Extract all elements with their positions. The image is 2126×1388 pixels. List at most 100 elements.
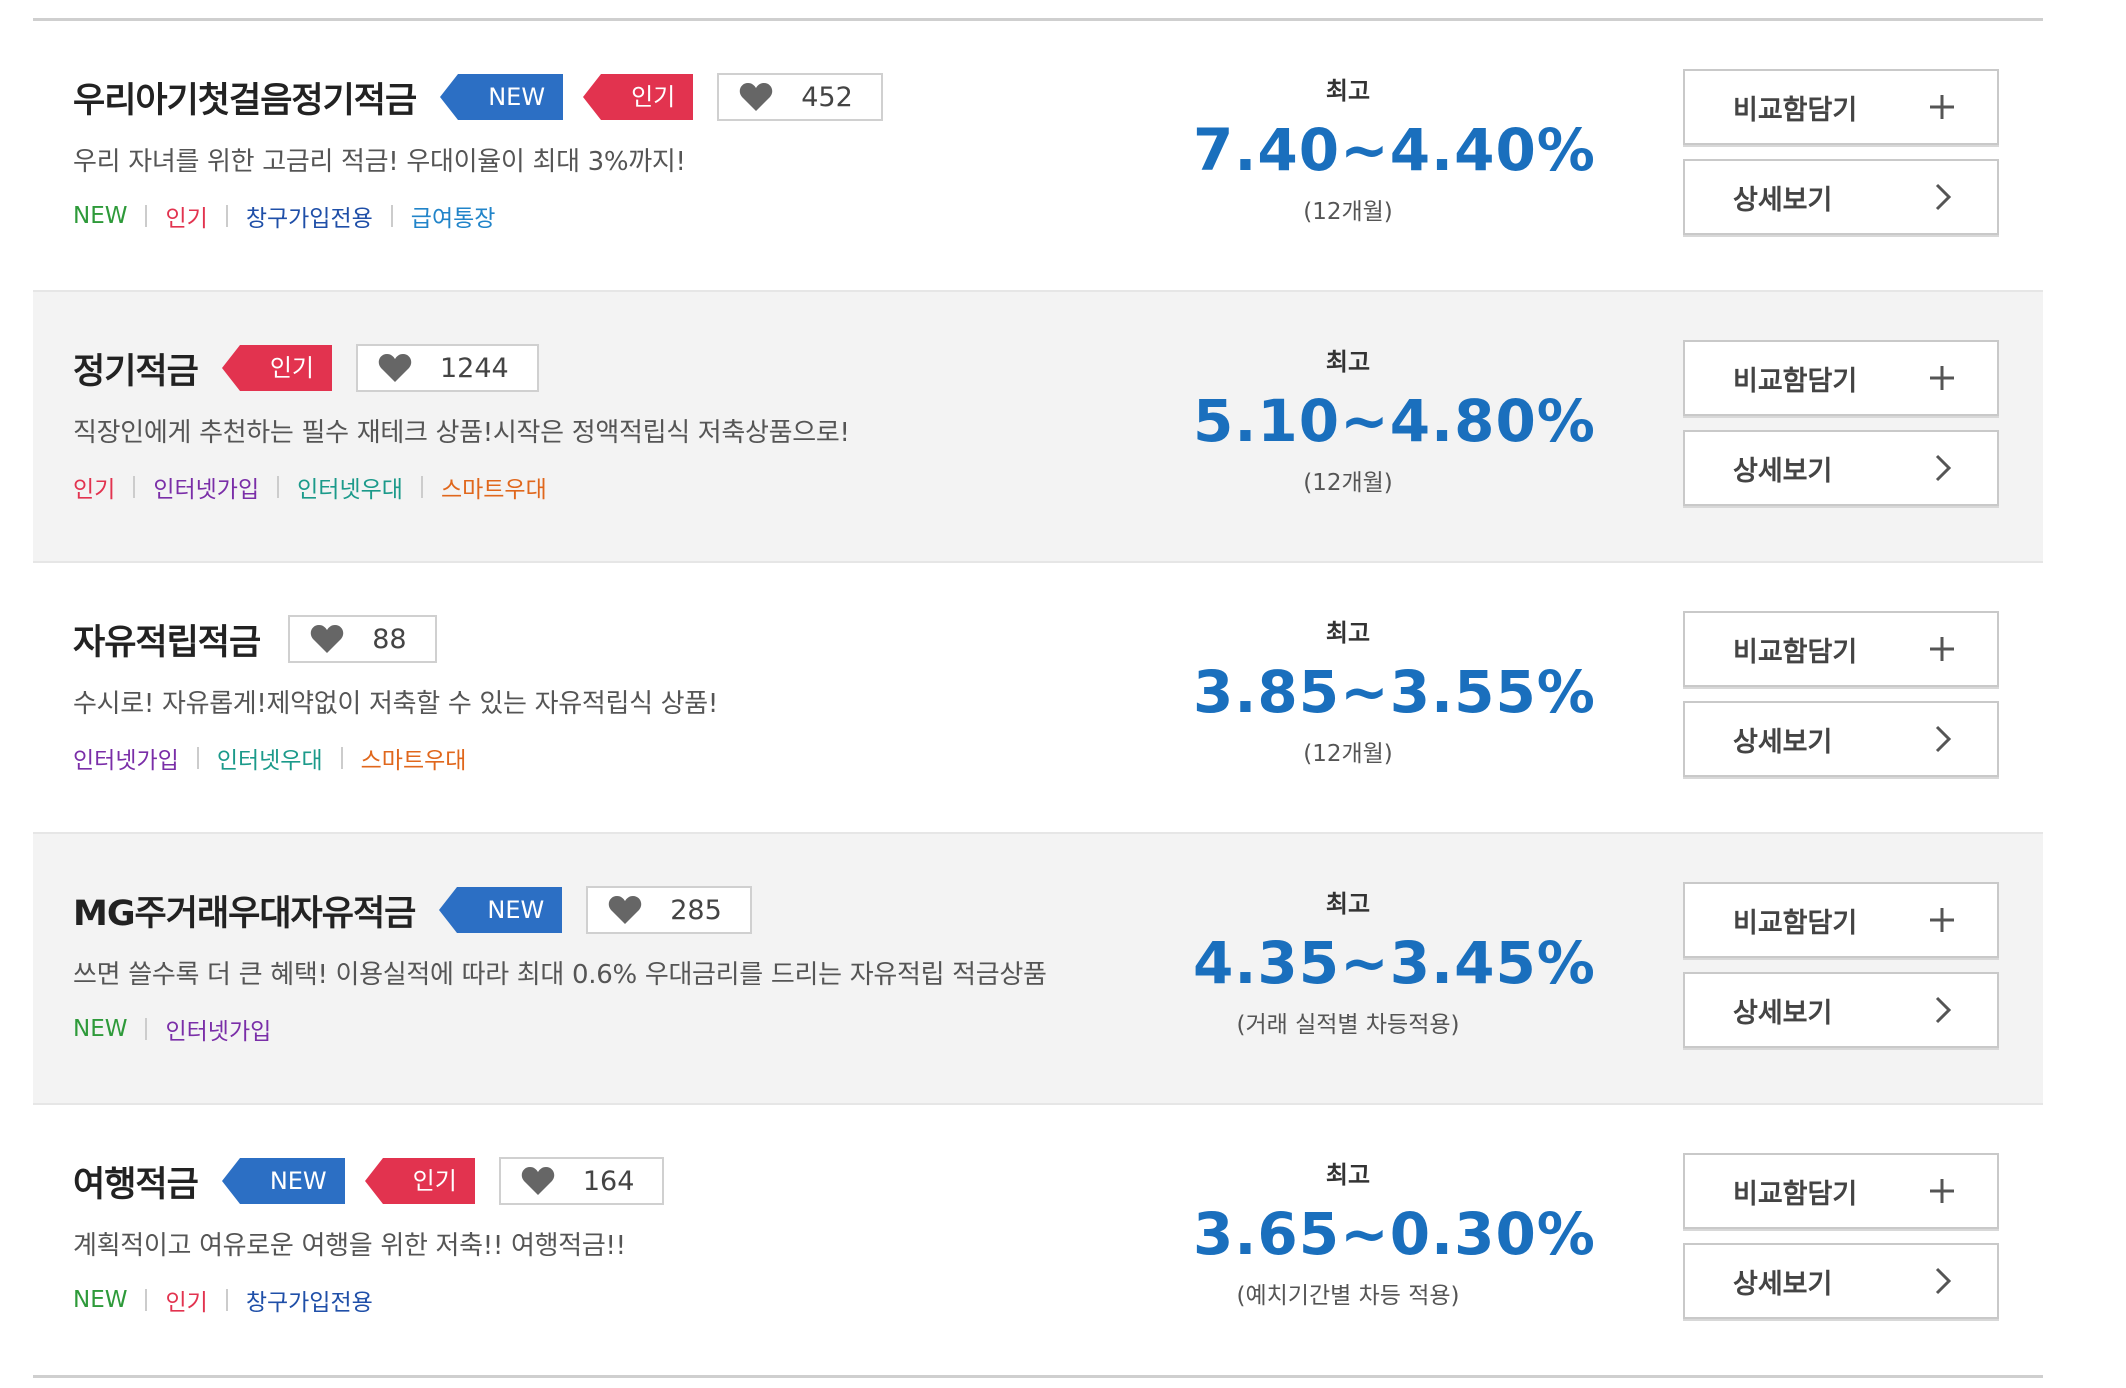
like-count: 285 [670,894,722,926]
product-row: 우리아기첫걸음정기적금 NEW 인기 452 우리 자녀를 위한 고금리 적금! … [33,21,2043,292]
feature-tag: 인터넷가입 [153,477,260,503]
interest-rate: 3.65~0.30% [1193,1200,1596,1268]
like-button[interactable]: 1244 [355,344,539,392]
plus-icon [1927,1176,1957,1206]
detail-button-label: 상세보기 [1733,184,1833,216]
tag-divider [390,205,393,227]
product-description: 수시로! 자유롭게!제약없이 저축할 수 있는 자유적립식 상품! [73,689,719,719]
add-to-compare-button[interactable]: 비교함담기 [1683,882,1999,958]
rate-label: 최고 [1325,1161,1371,1189]
view-details-button[interactable]: 상세보기 [1683,1243,1999,1319]
add-to-compare-button[interactable]: 비교함담기 [1683,340,1999,416]
heart-icon [608,895,670,925]
rate-box: 최고 3.65~0.30% (예치기간별 차등 적용) [1193,1155,1596,1310]
tag-divider [145,1289,148,1311]
like-count: 1244 [439,352,509,384]
tag-divider [277,476,280,498]
product-title[interactable]: 우리아기첫걸음정기적금 [73,72,417,123]
heart-icon [739,82,801,112]
view-details-button[interactable]: 상세보기 [1683,430,1999,506]
feature-tag: 인터넷가입 [165,1019,272,1045]
rate-box: 최고 5.10~4.80% (12개월) [1193,342,1596,497]
feature-tag: NEW [73,1287,128,1313]
interest-rate: 3.85~3.55% [1193,658,1596,726]
like-button[interactable]: 88 [288,615,437,663]
compare-button-label: 비교함담기 [1733,1178,1858,1210]
add-to-compare-button[interactable]: 비교함담기 [1683,611,1999,687]
product-title[interactable]: MG주거래우대자유적금 [73,885,416,936]
like-count: 164 [582,1165,635,1197]
rate-label: 최고 [1325,348,1371,376]
popular-badge: 인기 [583,74,694,120]
product-title-row: MG주거래우대자유적금 NEW 285 [73,884,752,936]
feature-tag: NEW [73,203,128,229]
new-badge: NEW [439,887,563,933]
chevron-right-icon [1927,995,1957,1025]
product-tags: NEW 인기 창구가입전용 급여통장 [73,199,495,233]
product-tags: NEW 인기 창구가입전용 [73,1283,373,1317]
product-row: 여행적금 NEW 인기 164 계획적이고 여유로운 여행을 위한 저축!! 여행… [33,1105,2043,1375]
detail-button-label: 상세보기 [1733,1268,1833,1300]
view-details-button[interactable]: 상세보기 [1683,701,1999,777]
like-count: 88 [372,623,407,655]
chevron-right-icon [1927,1266,1957,1296]
product-title[interactable]: 여행적금 [73,1156,199,1207]
detail-button-label: 상세보기 [1733,455,1833,487]
product-row: 정기적금 인기 1244 직장인에게 추천하는 필수 재테크 상품!시작은 정액… [33,292,2043,563]
rate-box: 최고 7.40~4.40% (12개월) [1193,71,1595,226]
plus-icon [1927,905,1957,935]
product-title-row: 자유적립적금 88 [73,613,437,665]
compare-button-label: 비교함담기 [1733,94,1858,126]
view-details-button[interactable]: 상세보기 [1683,972,1999,1048]
rate-period: (12개월) [1303,199,1393,225]
product-tags: 인터넷가입 인터넷우대 스마트우대 [73,741,466,775]
product-description: 직장인에게 추천하는 필수 재테크 상품!시작은 정액적립식 저축상품으로! [73,418,850,448]
feature-tag: 스마트우대 [440,477,547,503]
interest-rate: 5.10~4.80% [1193,387,1596,455]
product-title-row: 정기적금 인기 1244 [73,342,539,394]
like-button[interactable]: 164 [498,1157,665,1205]
feature-tag: 인터넷우대 [216,748,323,774]
product-row: 자유적립적금 88 수시로! 자유롭게!제약없이 저축할 수 있는 자유적립식 … [33,563,2043,834]
product-title[interactable]: 자유적립적금 [73,614,261,665]
product-list: 우리아기첫걸음정기적금 NEW 인기 452 우리 자녀를 위한 고금리 적금! … [33,18,2043,1378]
add-to-compare-button[interactable]: 비교함담기 [1683,1153,1999,1229]
rate-period: (거래 실적별 차등적용) [1236,1012,1460,1038]
feature-tag: 인기 [165,1290,208,1316]
rate-label: 최고 [1325,619,1371,647]
new-badge: NEW [440,74,564,120]
feature-tag: 스마트우대 [360,748,467,774]
feature-tag: 인기 [165,206,208,232]
product-row: MG주거래우대자유적금 NEW 285 쓰면 쓸수록 더 큰 혜택! 이용실적에… [33,834,2043,1105]
add-to-compare-button[interactable]: 비교함담기 [1683,69,1999,145]
feature-tag: 급여통장 [410,206,496,232]
popular-badge: 인기 [364,1158,475,1204]
product-description: 계획적이고 여유로운 여행을 위한 저축!! 여행적금!! [73,1231,626,1261]
like-button[interactable]: 285 [586,886,752,934]
feature-tag: 창구가입전용 [245,206,373,232]
new-badge: NEW [221,1158,345,1204]
interest-rate: 4.35~3.45% [1193,929,1596,997]
view-details-button[interactable]: 상세보기 [1683,159,1999,235]
like-button[interactable]: 452 [717,73,883,121]
product-tags: NEW 인터넷가입 [73,1012,271,1046]
product-title-row: 우리아기첫걸음정기적금 NEW 인기 452 [73,71,883,123]
product-title[interactable]: 정기적금 [73,343,199,394]
like-count: 452 [801,81,853,113]
chevron-right-icon [1927,453,1957,483]
rate-box: 최고 4.35~3.45% (거래 실적별 차등적용) [1193,884,1596,1039]
rate-period: (12개월) [1303,470,1393,496]
rate-period: (예치기간별 차등 적용) [1236,1283,1460,1309]
heart-icon [521,1166,583,1196]
tag-divider [196,747,199,769]
rate-label: 최고 [1325,890,1371,918]
tag-divider [145,205,148,227]
compare-button-label: 비교함담기 [1733,636,1858,668]
feature-tag: 인터넷우대 [297,477,403,503]
tag-divider [133,476,136,498]
product-tags: 인기 인터넷가입 인터넷우대 스마트우대 [73,470,547,504]
product-title-row: 여행적금 NEW 인기 164 [73,1155,665,1207]
plus-icon [1927,92,1957,122]
product-description: 우리 자녀를 위한 고금리 적금! 우대이율이 최대 3%까지! [73,147,686,177]
feature-tag: 창구가입전용 [245,1290,373,1316]
